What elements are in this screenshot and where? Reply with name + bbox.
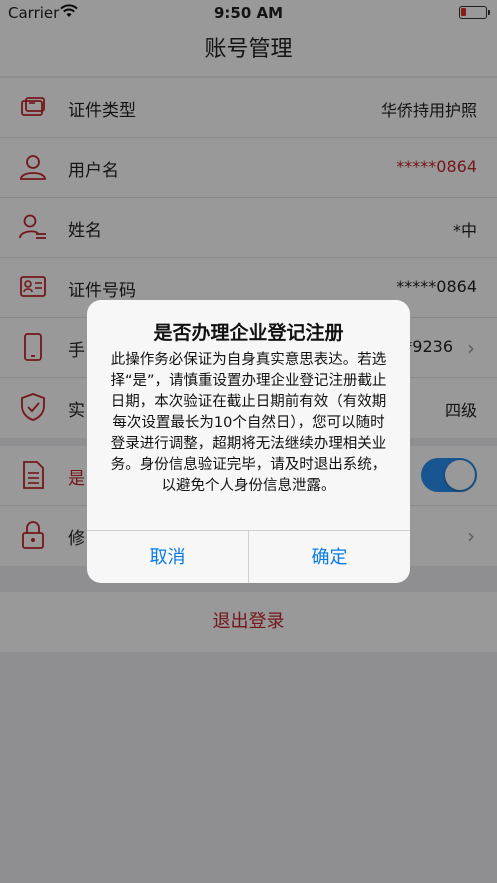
alert-message: 此操作务必保证为自身真实意思表达。若选择“是”，请慎重设置办理企业登记注册截止日…	[110, 352, 387, 494]
alert-dialog: 是否办理企业登记注册 此操作务必保证为自身真实意思表达。若选择“是”，请慎重设置…	[87, 300, 410, 583]
confirm-button[interactable]: 确定	[248, 531, 410, 583]
alert-title: 是否办理企业登记注册	[153, 322, 344, 344]
alert-buttons: 取消 确定	[87, 530, 410, 583]
cancel-button[interactable]: 取消	[87, 531, 248, 583]
